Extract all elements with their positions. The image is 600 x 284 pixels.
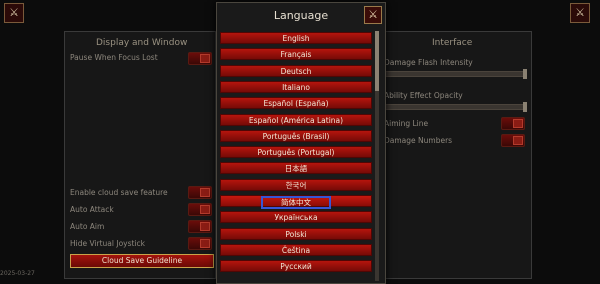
aiming-line-toggle[interactable] [501, 117, 525, 130]
auto-aim-toggle[interactable] [188, 220, 212, 233]
language-option[interactable]: English [220, 32, 372, 44]
language-option-label: Español (España) [263, 99, 329, 109]
damage-numbers-label: Damage Numbers [384, 136, 453, 145]
language-option-label: Português (Portugal) [257, 148, 335, 158]
damage-numbers-toggle[interactable] [501, 134, 525, 147]
language-option-label: Polski [285, 229, 307, 239]
ability-opacity-label: Ability Effect Opacity [384, 91, 463, 100]
language-option-label: Čeština [281, 245, 311, 255]
date-stamp: 2025-03-27 [0, 270, 35, 277]
aiming-line-label: Aiming Line [384, 119, 429, 128]
language-option[interactable]: Español (España) [220, 97, 372, 110]
language-option-label: Українська [274, 213, 318, 223]
language-option[interactable]: 한국어 [220, 178, 372, 191]
language-option[interactable]: Français [220, 48, 372, 61]
cloud-save-toggle[interactable] [188, 186, 212, 199]
language-option-label: Français [280, 50, 312, 60]
scroll-thumb[interactable] [375, 31, 379, 91]
language-option-label: Português (Brasil) [262, 131, 330, 141]
auto-aim-label: Auto Aim [70, 222, 105, 231]
language-option[interactable]: Português (Portugal) [220, 146, 372, 159]
language-option[interactable]: 简体中文 [220, 195, 372, 209]
language-option[interactable]: Español (América Latina) [220, 113, 372, 126]
back-sword-icon[interactable]: ⚔ [4, 3, 24, 23]
language-option-label: 한국어 [285, 180, 307, 190]
pause-focus-lost-toggle[interactable] [188, 52, 212, 65]
language-option[interactable]: Українська [220, 211, 372, 224]
auto-attack-label: Auto Attack [70, 205, 114, 214]
language-option-label: Deutsch [280, 66, 312, 76]
language-modal-title: Language [273, 9, 329, 22]
language-option[interactable]: Italiano [220, 80, 372, 93]
auto-attack-toggle[interactable] [188, 203, 212, 216]
language-option-label: 日本語 [284, 164, 308, 174]
language-option[interactable]: Português (Brasil) [220, 129, 372, 142]
language-option[interactable]: Čeština [220, 243, 372, 256]
display-window-title: Display and Window [96, 38, 188, 48]
hide-joystick-toggle[interactable] [188, 237, 212, 250]
close-settings-icon[interactable]: ⚔ [570, 3, 590, 23]
pause-focus-lost-label: Pause When Focus Lost [70, 53, 158, 62]
language-option-label: Русский [280, 262, 312, 272]
language-option-label: Italiano [282, 82, 310, 92]
interface-panel [380, 31, 532, 279]
crossed-swords-icon[interactable]: ⚔ [364, 6, 382, 24]
language-option[interactable]: Polski [220, 227, 372, 240]
language-modal: Language ⚔ English Français Deutsch Italian… [216, 2, 386, 284]
language-scrollbar[interactable] [375, 31, 379, 281]
interface-title: Interface [432, 38, 473, 48]
damage-flash-label: Damage Flash Intensity [384, 58, 473, 67]
language-option-label: Español (América Latina) [248, 115, 344, 125]
language-option-label: 简体中文 [261, 196, 331, 209]
language-option[interactable]: Deutsch [220, 64, 372, 77]
damage-flash-slider[interactable] [384, 69, 527, 79]
language-option[interactable]: 日本語 [220, 162, 372, 175]
language-option[interactable]: Русский [220, 260, 372, 273]
cloud-save-label: Enable cloud save feature [70, 188, 168, 197]
ability-opacity-slider[interactable] [384, 102, 527, 112]
language-option-label: English [282, 34, 310, 43]
cloud-save-guideline-button[interactable]: Cloud Save Guideline [70, 254, 214, 268]
hide-joystick-label: Hide Virtual Joystick [70, 239, 146, 248]
